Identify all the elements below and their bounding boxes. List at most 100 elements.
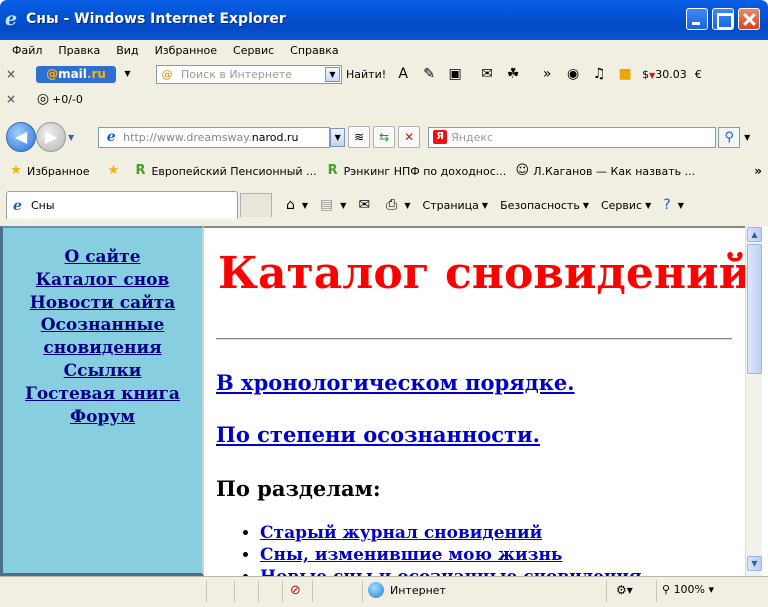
section-link-life-changing[interactable]: Сны, изменившие мою жизнь: [260, 545, 562, 565]
odnoklassniki-icon[interactable]: ◉: [564, 65, 582, 83]
agent-icon[interactable]: ☘: [504, 65, 522, 83]
page-menu[interactable]: Страница ▼: [423, 199, 489, 212]
search-go-icon[interactable]: ⚲: [718, 126, 741, 148]
safety-menu[interactable]: Безопасность ▼: [500, 199, 589, 212]
rating-counter[interactable]: +0/-0: [52, 93, 83, 106]
nav-link-lucid-2[interactable]: сновидения: [43, 337, 161, 360]
stop-icon[interactable]: ✕: [398, 126, 421, 148]
address-dropdown-icon[interactable]: ▼: [330, 127, 346, 147]
search-dropdown-icon[interactable]: ▼: [325, 66, 340, 82]
favorite-link-pension[interactable]: R Европейский Пенсионный ...: [132, 163, 316, 179]
menu-help[interactable]: Справка: [282, 44, 346, 57]
search-options-icon[interactable]: ▼: [744, 133, 750, 142]
link-chronological[interactable]: В хронологическом порядке.: [216, 370, 575, 395]
status-divider: [282, 580, 283, 602]
yandex-search-box[interactable]: Я Яндекс: [428, 126, 717, 148]
sections-heading: По разделам:: [216, 476, 381, 501]
read-mail-button[interactable]: ✉: [358, 197, 374, 213]
menu-edit[interactable]: Правка: [50, 44, 108, 57]
notes-icon[interactable]: ■: [616, 65, 634, 83]
address-input[interactable]: http://www.dreamsway.narod.ru: [123, 131, 329, 144]
currency-rate[interactable]: $▼30.03: [642, 68, 687, 81]
close-button[interactable]: [738, 8, 760, 30]
zoom-level[interactable]: ⚲ 100% ▾: [662, 583, 714, 596]
nav-link-news[interactable]: Новости сайта: [30, 292, 176, 315]
nav-link-catalog[interactable]: Каталог снов: [36, 269, 170, 292]
tools-menu[interactable]: Сервис ▼: [601, 199, 651, 212]
home-button[interactable]: ⌂ ▼: [286, 197, 308, 213]
status-divider: [606, 580, 607, 602]
status-divider: [206, 580, 207, 602]
window-title: Сны - Windows Internet Explorer: [26, 11, 286, 27]
extra-toolbar: × ◎ +0/-0: [0, 88, 768, 110]
mailru-logo[interactable]: @mail.ru: [36, 65, 116, 83]
highlight-icon[interactable]: ✎: [420, 65, 438, 83]
home-icon: ⌂: [286, 197, 295, 213]
address-row: ◀ ▶ ▼ e http://www.dreamsway.narod.ru ▼ …: [0, 120, 768, 154]
npf-icon: R: [135, 163, 146, 178]
mail-search-box[interactable]: @ Поиск в Интернете ▼: [156, 64, 342, 84]
refresh-icon[interactable]: ⇆: [373, 126, 396, 148]
nav-link-forum[interactable]: Форум: [70, 406, 135, 429]
yandex-search-input[interactable]: Яндекс: [451, 131, 493, 144]
menu-favorites[interactable]: Избранное: [147, 44, 225, 57]
nav-link-guestbook[interactable]: Гостевая книга: [25, 383, 180, 406]
compatibility-view-icon[interactable]: ≋: [348, 126, 371, 148]
section-link-old-journal[interactable]: Старый журнал сновидений: [260, 523, 542, 543]
security-zone[interactable]: Интернет: [368, 582, 446, 598]
mail-search-input[interactable]: Поиск в Интернете: [177, 68, 325, 81]
menu-tools[interactable]: Сервис: [225, 44, 282, 57]
ie-logo-icon: e: [5, 8, 18, 30]
person-icon: ☺: [515, 163, 530, 178]
address-bar[interactable]: e http://www.dreamsway.narod.ru: [98, 126, 331, 148]
page-icon: e: [106, 129, 116, 145]
menu-bar: Файл Правка Вид Избранное Сервис Справка: [4, 40, 347, 60]
link-by-lucidity[interactable]: По степени осознанности.: [216, 422, 540, 447]
menu-file[interactable]: Файл: [4, 44, 50, 57]
vertical-scrollbar[interactable]: ▲ ▼: [745, 226, 762, 576]
mail-envelope-icon[interactable]: ✉: [478, 65, 496, 83]
tab-current[interactable]: e Сны: [6, 191, 238, 219]
page-search-icon[interactable]: ▣: [446, 65, 464, 83]
nav-link-lucid-1[interactable]: Осознанные: [41, 314, 165, 337]
divider: [216, 338, 732, 340]
protected-mode-icon[interactable]: ⚙▾: [616, 583, 633, 597]
scroll-thumb[interactable]: [747, 244, 762, 374]
history-dropdown-icon[interactable]: ▼: [68, 133, 74, 142]
logo-dropdown-icon[interactable]: ▼: [120, 67, 135, 82]
blocked-content-icon[interactable]: ⊘: [290, 583, 301, 598]
maximize-button[interactable]: [712, 8, 734, 30]
back-button[interactable]: ◀: [6, 122, 36, 152]
status-divider: [312, 580, 313, 602]
font-size-icon[interactable]: A: [394, 65, 412, 83]
scroll-down-icon[interactable]: ▼: [747, 556, 762, 571]
nav-link-about[interactable]: О сайте: [64, 246, 140, 269]
music-icon[interactable]: ♫: [590, 65, 608, 83]
menu-view[interactable]: Вид: [108, 44, 146, 57]
find-button[interactable]: Найти!: [346, 68, 386, 81]
title-bar: e Сны - Windows Internet Explorer: [0, 0, 768, 40]
add-favorite-button[interactable]: ★: [105, 163, 124, 179]
euro-rate[interactable]: €: [695, 68, 702, 81]
new-tab-button[interactable]: [240, 193, 272, 217]
feeds-button[interactable]: ▤ ▼: [320, 197, 346, 213]
favorite-link-ranking[interactable]: R Рэнкинг НПФ по доходнос...: [325, 163, 507, 179]
favorite-link-kaganov[interactable]: ☺ Л.Каганов — Как назвать ...: [514, 163, 696, 179]
status-divider: [656, 580, 657, 602]
favorites-button[interactable]: ★ Избранное: [8, 163, 89, 179]
internet-globe-icon: [368, 582, 384, 598]
nav-link-links[interactable]: Ссылки: [64, 360, 142, 383]
overflow-chevron-icon[interactable]: »: [538, 65, 556, 83]
print-button[interactable]: ⎙ ▼: [386, 197, 410, 213]
minimize-button[interactable]: [686, 8, 708, 30]
tab-command-row: e Сны ⌂ ▼ ▤ ▼ ✉ ⎙ ▼ Страница ▼ Безопасность ▼…: [0, 190, 768, 220]
scroll-up-icon[interactable]: ▲: [747, 227, 762, 242]
mail-icon: ✉: [358, 197, 371, 213]
forward-button[interactable]: ▶: [36, 122, 66, 152]
close-extra-toolbar-icon[interactable]: ×: [0, 92, 22, 106]
help-menu[interactable]: ? ▼: [663, 197, 684, 213]
favorites-overflow-icon[interactable]: »: [754, 164, 762, 178]
close-toolbar-icon[interactable]: ×: [0, 67, 22, 81]
section-link-new-dreams[interactable]: Новые сны и осознанные сновидения: [260, 567, 642, 576]
list-item: Новые сны и осознанные сновидения: [260, 566, 642, 576]
